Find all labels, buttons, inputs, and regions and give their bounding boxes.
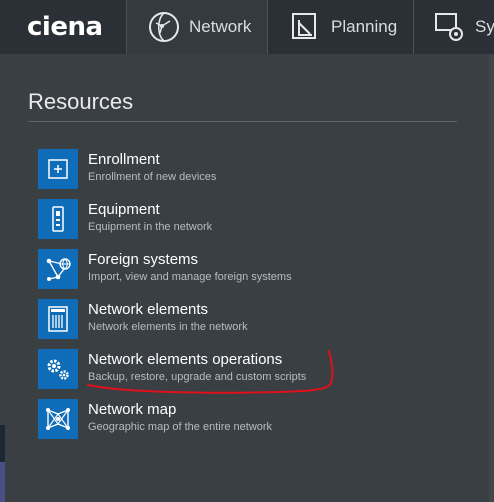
resource-description: Import, view and manage foreign systems	[88, 271, 292, 283]
network-map-icon	[38, 399, 78, 439]
section-divider	[28, 121, 457, 122]
resource-equipment[interactable]: Equipment Equipment in the network	[38, 199, 458, 239]
resource-network-elements-operations[interactable]: Network elements operations Backup, rest…	[38, 349, 458, 389]
system-gear-icon	[434, 11, 466, 43]
resource-title: Enrollment	[88, 151, 160, 168]
resource-title: Network map	[88, 401, 177, 418]
ciena-logo[interactable]: ciena	[27, 12, 103, 42]
foreign-systems-icon	[38, 249, 78, 289]
top-navigation-bar: ciena Network Planning Sy	[0, 0, 494, 54]
resource-description: Geographic map of the entire network	[88, 421, 273, 433]
resource-description: Network elements in the network	[88, 321, 248, 333]
equipment-icon	[38, 199, 78, 239]
tab-system[interactable]: Sys	[413, 0, 494, 54]
tab-network[interactable]: Network	[126, 0, 268, 54]
planning-icon	[290, 11, 322, 43]
resource-enrollment[interactable]: Enrollment Enrollment of new devices	[38, 149, 458, 189]
resource-network-map[interactable]: Network map Geographic map of the entire…	[38, 399, 458, 439]
panel-edge	[489, 54, 494, 502]
tab-planning[interactable]: Planning	[276, 0, 410, 54]
tab-network-label: Network	[189, 17, 252, 36]
background-strip-accent	[0, 462, 5, 502]
resource-title: Foreign systems	[88, 251, 199, 268]
resource-title: Equipment	[88, 201, 160, 218]
network-elements-icon	[38, 299, 78, 339]
resource-foreign-systems[interactable]: Foreign systems Import, view and manage …	[38, 249, 458, 289]
tab-planning-label: Planning	[331, 17, 398, 36]
resource-description: Enrollment of new devices	[88, 171, 217, 183]
resource-description: Backup, restore, upgrade and custom scri…	[88, 371, 307, 383]
resources-title: Resources	[28, 89, 134, 114]
plus-icon	[38, 149, 78, 189]
resource-title: Network elements	[88, 301, 209, 318]
network-icon	[148, 11, 180, 43]
gears-icon	[38, 349, 78, 389]
tab-system-label: Sys	[475, 17, 494, 36]
resource-description: Equipment in the network	[88, 221, 213, 233]
resource-title: Network elements operations	[88, 351, 283, 368]
resource-network-elements[interactable]: Network elements Network elements in the…	[38, 299, 458, 339]
